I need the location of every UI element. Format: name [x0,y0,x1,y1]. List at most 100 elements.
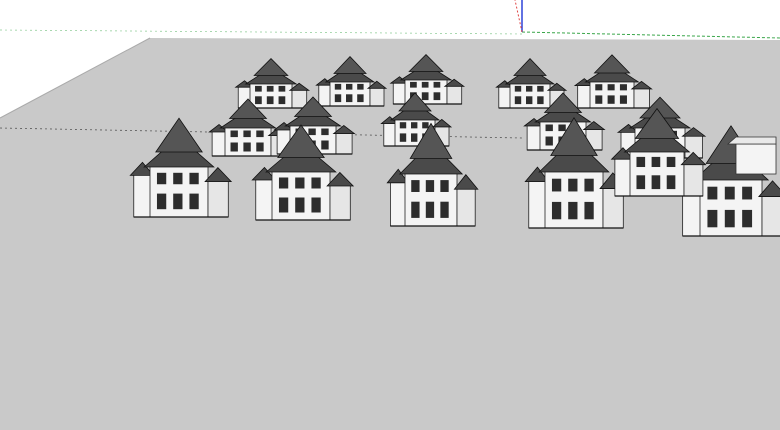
villa-4-window-up-1 [607,84,615,91]
villa-11-window-up-0 [278,177,289,189]
villa-8-window-up-1 [558,124,566,132]
villa-5-wing [211,130,227,157]
villa-1-wing [318,84,332,107]
villa-3-window-up-2 [537,85,544,92]
villa-13-wing [528,180,547,229]
villa-12-window-low-1 [425,201,435,218]
villa-4-wing [577,84,592,109]
villa-4-window-low-0 [595,95,603,104]
3d-viewport[interactable] [0,0,780,430]
villa-15-window-low-1 [651,175,661,190]
villa-4-window-low-2 [619,95,627,104]
villa-3-window-low-1 [526,96,533,105]
villa-11-annex [329,184,351,221]
villa-4-window-up-2 [619,84,627,91]
villa-11-wing [255,178,274,221]
villa-14-window-up-2 [742,186,753,200]
villa-3-window-up-0 [514,85,522,92]
3d-scene[interactable] [0,0,780,430]
villa-5-window-low-0 [230,142,238,152]
villa-13-window-low-1 [568,201,578,220]
villa-5-window-low-2 [256,142,264,152]
villa-14-annex [761,194,780,237]
villa-1-window-low-2 [357,94,364,103]
villa-7-window-low-1 [411,133,418,142]
villa-13-window-low-2 [584,201,594,220]
villa-12-window-up-1 [425,180,435,192]
villa-2-window-up-0 [410,81,417,88]
villa-3-window-low-0 [514,96,522,105]
villa-6-window-low-2 [321,140,329,150]
villa-11-window-up-2 [311,177,321,189]
villa-12-window-up-2 [440,180,449,192]
villa-8-window-low-0 [545,136,553,146]
villa-7-window-up-0 [399,122,407,129]
villa-2-window-up-1 [421,81,429,88]
villa-6-window-up-1 [308,128,316,136]
villa-0-window-low-2 [278,96,286,105]
villa-4-window-low-1 [607,95,615,104]
villa-0-annex [291,89,308,109]
villa-2-window-up-2 [433,81,441,88]
villa-4-window-up-0 [595,84,603,91]
villa-1-window-up-1 [346,83,353,90]
villa-10-annex [207,180,229,218]
villa-0-window-up-2 [278,85,286,92]
villa-12-wing [390,181,407,227]
villa-15-window-low-0 [636,175,646,190]
villa-14-window-low-2 [742,209,753,228]
villa-2-window-low-2 [433,92,441,101]
villa-3-window-low-2 [537,96,544,105]
villa-10-window-up-0 [156,172,167,185]
villa-7-window-low-0 [399,133,407,142]
villa-1-window-low-0 [334,94,342,103]
villa-12-annex [456,187,476,227]
villa-15-wing [614,157,632,197]
villa-7-window-up-2 [422,122,429,129]
villa-4-annex [633,88,650,109]
villa-1-window-low-1 [346,94,353,103]
villa-8-window-up-0 [545,124,553,132]
villa-10-wing [133,173,152,218]
villa-7-window-up-1 [411,122,418,129]
villa-12-window-low-0 [411,201,420,218]
villa-3-window-up-1 [526,85,533,92]
villa-14-window-up-1 [724,186,735,200]
villa-5-window-low-1 [243,142,251,152]
villa-12-window-low-2 [440,201,449,218]
villa-8-wing [526,125,542,151]
villa-5-window-up-2 [256,130,264,138]
villa-0-window-low-1 [266,96,274,105]
villa-14-window-low-1 [724,209,735,228]
villa-1-window-up-0 [334,83,342,90]
villa-14-window-up-0 [707,186,718,200]
villa-13-window-low-0 [551,201,562,220]
villa-2-annex [446,85,463,105]
villa-14-window-low-0 [707,209,718,228]
ground-plane [0,38,780,430]
villa-2-window-low-1 [421,92,429,101]
villa-13-window-up-1 [568,178,578,192]
villa-10-window-low-2 [189,193,199,210]
villa-3-wing [498,86,512,109]
annex-box-top [726,136,777,145]
villa-10-window-up-1 [173,172,183,185]
villa-10-window-low-1 [173,193,183,210]
axis-green-line [521,31,780,39]
villa-0-window-low-0 [255,96,262,105]
villa-12-window-up-0 [411,180,420,192]
villa-6-window-up-2 [321,128,329,136]
villa-11-window-up-1 [295,177,305,189]
villa-15-annex [683,163,704,197]
villa-15-window-up-2 [666,156,676,168]
villa-10-window-low-0 [156,193,167,210]
villa-0-window-up-0 [255,85,262,92]
axis-green-line-2 [0,29,523,35]
villa-0-window-up-1 [266,85,274,92]
villa-5-window-up-0 [230,130,238,138]
villa-6-annex [335,132,353,155]
villa-1-annex [369,87,385,107]
villa-11-window-low-0 [278,197,289,213]
villa-5-window-up-1 [243,130,251,138]
villa-11-window-low-1 [295,197,305,213]
